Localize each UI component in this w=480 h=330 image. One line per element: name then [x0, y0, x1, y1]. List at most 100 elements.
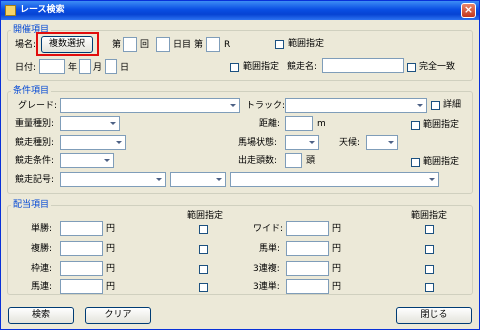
detail-label: 詳細: [443, 100, 462, 110]
tosu-label: 出走頭数:: [238, 156, 278, 166]
juryo-label: 重量種別:: [15, 119, 55, 129]
chevron-down-icon: [113, 137, 124, 148]
umaren-input[interactable]: [60, 279, 103, 294]
sanrentan-unit: 円: [332, 282, 342, 292]
tansho-input[interactable]: [60, 221, 103, 236]
tosu-range-label: 範囲指定: [423, 157, 460, 167]
race-input[interactable]: [206, 37, 220, 52]
wide-label: ワイド:: [253, 224, 284, 234]
sanrenpuku-range-checkbox[interactable]: [425, 265, 434, 274]
fukusho-input[interactable]: [60, 241, 103, 256]
window-close-button[interactable]: ×: [461, 3, 476, 18]
sanrenpuku-input[interactable]: [286, 261, 329, 276]
umatan-input[interactable]: [286, 241, 329, 256]
umaren-unit: 円: [106, 282, 116, 292]
umaren-range-checkbox[interactable]: [199, 283, 208, 292]
wide-unit: 円: [332, 224, 342, 234]
haito-range-header-left: 範囲指定: [187, 211, 224, 221]
fukusho-range-checkbox[interactable]: [199, 245, 208, 254]
dai1-label: 第: [112, 40, 122, 50]
jomei-label: 場名:: [15, 40, 37, 50]
day-input[interactable]: [105, 59, 117, 74]
day-label: 日: [120, 63, 130, 73]
race-label: R: [224, 40, 231, 50]
baba-select[interactable]: [285, 135, 319, 150]
month-input[interactable]: [79, 59, 91, 74]
detail-checkbox[interactable]: [431, 101, 440, 110]
kyori-range-checkbox[interactable]: [411, 121, 420, 130]
grade-select[interactable]: [60, 98, 240, 113]
tansho-label: 単勝:: [31, 224, 53, 234]
juryo-select[interactable]: [60, 116, 120, 131]
kyoso-shubetsu-select[interactable]: [60, 135, 126, 150]
chevron-down-icon: [385, 137, 396, 148]
wakuren-label: 枠連:: [31, 264, 53, 274]
fukusho-unit: 円: [106, 244, 116, 254]
chevron-down-icon: [101, 155, 112, 166]
tansho-range-checkbox[interactable]: [199, 225, 208, 234]
wakuren-unit: 円: [106, 264, 116, 274]
umatan-range-checkbox[interactable]: [425, 245, 434, 254]
wakuren-range-checkbox[interactable]: [199, 265, 208, 274]
kigo-select-3[interactable]: [230, 172, 439, 187]
wide-input[interactable]: [286, 221, 329, 236]
year-input[interactable]: [39, 59, 65, 74]
race-search-window: レース検索 × 開催項目 場名: 複数選択 第 回 日目 第 R 範囲指定 日付…: [0, 0, 480, 330]
tenko-select[interactable]: [366, 135, 398, 150]
date-range-checkbox[interactable]: [230, 63, 239, 72]
kyosomei-label: 競走名:: [287, 62, 318, 72]
search-button[interactable]: 検索: [8, 307, 74, 324]
kaisai-range-checkbox[interactable]: [275, 40, 284, 49]
tosu-input[interactable]: [285, 153, 302, 168]
sanrenpuku-label: 3連複:: [253, 264, 280, 274]
date-label: 日付:: [15, 63, 37, 73]
window-title: レース検索: [20, 5, 65, 15]
tosu-range-checkbox[interactable]: [411, 158, 420, 167]
chevron-down-icon: [227, 100, 238, 111]
wide-range-checkbox[interactable]: [425, 225, 434, 234]
kyoso-joken-label: 競走条件:: [15, 156, 55, 166]
kyoso-joken-select[interactable]: [60, 153, 114, 168]
kai-label: 回: [140, 40, 150, 50]
exact-match-checkbox[interactable]: [407, 63, 416, 72]
year-label: 年: [68, 63, 78, 73]
sanrenpuku-unit: 円: [332, 264, 342, 274]
chevron-down-icon: [153, 174, 164, 185]
track-label: トラック:: [246, 101, 286, 111]
clear-button[interactable]: クリア: [85, 307, 151, 324]
date-range-label: 範囲指定: [243, 62, 280, 72]
haito-group-label: 配当項目: [11, 200, 52, 210]
tenko-label: 天候:: [339, 138, 361, 148]
sanrentan-label: 3連単:: [253, 282, 280, 292]
tosu-unit: 頭: [306, 156, 316, 166]
kai-input[interactable]: [123, 37, 137, 52]
umatan-unit: 円: [332, 244, 342, 254]
kaisai-range-label: 範囲指定: [288, 39, 325, 49]
joken-group-label: 条件項目: [11, 86, 52, 96]
wakuren-input[interactable]: [60, 261, 103, 276]
kigo-label: 競走記号:: [15, 175, 55, 185]
kyosomei-input[interactable]: [322, 58, 404, 73]
fukusho-label: 複勝:: [31, 244, 53, 254]
jomei-multi-select-button[interactable]: 複数選択: [41, 36, 93, 53]
chevron-down-icon: [426, 174, 437, 185]
grade-label: グレード:: [18, 101, 58, 111]
kyori-unit: m: [317, 119, 326, 129]
kigo-select-1[interactable]: [60, 172, 166, 187]
sanrentan-input[interactable]: [286, 279, 329, 294]
sanrentan-range-checkbox[interactable]: [425, 283, 434, 292]
chevron-down-icon: [107, 118, 118, 129]
close-button[interactable]: 閉じる: [396, 307, 472, 324]
tansho-unit: 円: [106, 224, 116, 234]
kyori-label: 距離:: [259, 119, 281, 129]
track-select[interactable]: [285, 98, 427, 113]
exact-match-label: 完全一致: [419, 62, 456, 72]
title-bar[interactable]: レース検索 ×: [1, 1, 479, 20]
chevron-down-icon: [306, 137, 317, 148]
nichime-input[interactable]: [156, 37, 170, 52]
dai2-label: 第: [194, 40, 204, 50]
umaren-label: 馬連:: [31, 282, 53, 292]
haito-range-header-right: 範囲指定: [411, 211, 448, 221]
kyori-input[interactable]: [285, 116, 313, 131]
kigo-select-2[interactable]: [170, 172, 226, 187]
